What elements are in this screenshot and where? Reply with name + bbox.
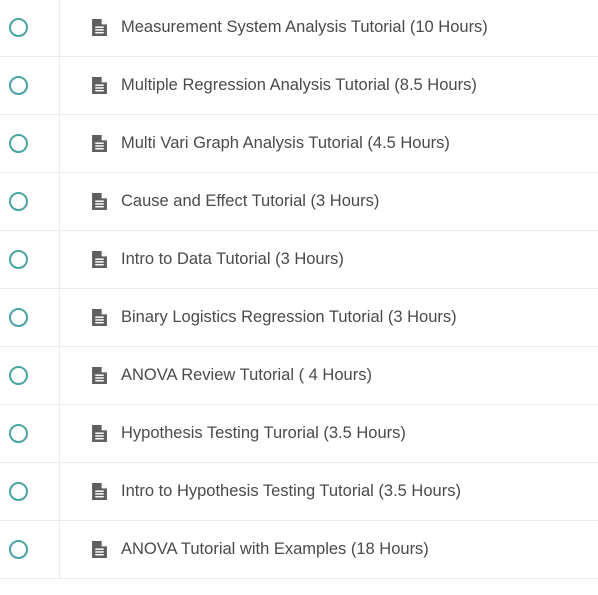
file-text-icon [92,134,107,152]
lecture-item[interactable]: Hypothesis Testing Turorial (3.5 Hours) [0,405,598,463]
lecture-title[interactable]: Binary Logistics Regression Tutorial (3 … [121,308,457,327]
lecture-item[interactable]: ANOVA Review Tutorial ( 4 Hours) [0,347,598,405]
file-text-icon [92,482,107,500]
completion-status-circle-icon[interactable] [9,249,28,269]
status-cell [0,289,60,346]
lecture-title[interactable]: Cause and Effect Tutorial (3 Hours) [121,192,379,211]
completion-status-circle-icon[interactable] [9,423,28,443]
lecture-title[interactable]: Measurement System Analysis Tutorial (10… [121,18,488,37]
completion-status-circle-icon[interactable] [9,365,28,385]
completion-status-circle-icon[interactable] [9,75,28,95]
completion-status-circle-icon[interactable] [9,133,28,153]
file-text-icon [92,192,107,210]
completion-status-circle-icon[interactable] [9,191,28,211]
lecture-list: Measurement System Analysis Tutorial (10… [0,0,598,579]
lecture-item[interactable]: Measurement System Analysis Tutorial (10… [0,0,598,57]
file-text-icon [92,19,107,36]
status-cell [0,115,60,172]
status-cell [0,463,60,520]
completion-status-circle-icon[interactable] [9,307,28,327]
completion-status-circle-icon[interactable] [9,539,28,559]
lecture-title[interactable]: ANOVA Review Tutorial ( 4 Hours) [121,366,372,385]
file-text-icon [92,76,107,94]
status-cell [0,0,60,56]
status-cell [0,173,60,230]
lecture-item[interactable]: Multi Vari Graph Analysis Tutorial (4.5 … [0,115,598,173]
lecture-title[interactable]: Hypothesis Testing Turorial (3.5 Hours) [121,424,406,443]
file-text-icon [92,250,107,268]
completion-status-circle-icon[interactable] [9,481,28,501]
lecture-title[interactable]: ANOVA Tutorial with Examples (18 Hours) [121,540,429,559]
status-cell [0,231,60,288]
lecture-title[interactable]: Multi Vari Graph Analysis Tutorial (4.5 … [121,134,450,153]
status-cell [0,57,60,114]
lecture-title[interactable]: Multiple Regression Analysis Tutorial (8… [121,76,477,95]
completion-status-circle-icon[interactable] [9,18,28,37]
lecture-item[interactable]: Binary Logistics Regression Tutorial (3 … [0,289,598,347]
lecture-title[interactable]: Intro to Data Tutorial (3 Hours) [121,250,344,269]
file-text-icon [92,424,107,442]
file-text-icon [92,540,107,558]
file-text-icon [92,366,107,384]
status-cell [0,347,60,404]
file-text-icon [92,308,107,326]
lecture-item[interactable]: Cause and Effect Tutorial (3 Hours) [0,173,598,231]
lecture-item[interactable]: Multiple Regression Analysis Tutorial (8… [0,57,598,115]
status-cell [0,405,60,462]
lecture-title[interactable]: Intro to Hypothesis Testing Tutorial (3.… [121,482,461,501]
lecture-item[interactable]: Intro to Hypothesis Testing Tutorial (3.… [0,463,598,521]
lecture-item[interactable]: Intro to Data Tutorial (3 Hours) [0,231,598,289]
status-cell [0,521,60,578]
lecture-item[interactable]: ANOVA Tutorial with Examples (18 Hours) [0,521,598,579]
